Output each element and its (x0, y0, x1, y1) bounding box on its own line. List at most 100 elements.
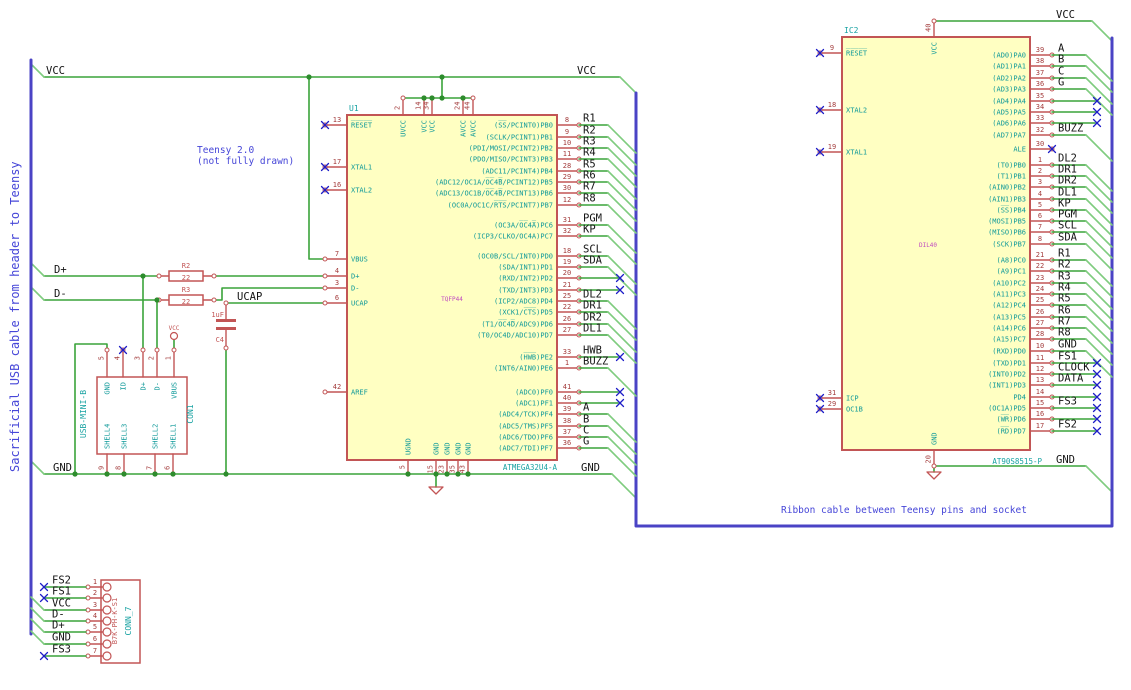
CONN7-ref: CONN_7 (124, 606, 133, 635)
pin-number: 7 (146, 466, 154, 470)
pin-name: (INT0)PD2 (988, 371, 1026, 379)
pin-name: (PDO/MISO/PCINT3)PB3 (469, 156, 553, 164)
net-label: UCAP (237, 291, 262, 303)
pin-name: VCC (429, 120, 437, 133)
pin-number: 44 (464, 102, 472, 110)
bus-entry (1085, 316, 1113, 344)
net-label: R2 (1058, 259, 1071, 271)
ground-symbol (428, 486, 444, 495)
pin-number: 11 (563, 150, 571, 158)
pin-name: (TXD)PD1 (992, 360, 1026, 368)
bus-entry (607, 300, 637, 330)
junction-dot (444, 471, 450, 477)
pin-name: (MOSI)PB5 (988, 218, 1026, 226)
pin-end (104, 347, 110, 353)
net-label: GND (581, 462, 600, 474)
pin-number: 4 (114, 356, 122, 360)
pin-number: 8 (565, 116, 569, 124)
pin-number: 17 (1036, 422, 1044, 430)
pin-end (470, 95, 476, 101)
pin-number: 1 (93, 578, 97, 586)
net-label: R1 (583, 113, 596, 125)
bus-entry (607, 425, 637, 455)
net-label: R8 (583, 193, 596, 205)
C4-plate (216, 327, 236, 330)
pin-number: 1 (565, 359, 569, 367)
pin-name: (S̅S̅/PCINT0)PB0 (494, 120, 553, 129)
pin-name: (ADC0)PF0 (515, 389, 553, 397)
pin-name: (SCK)PB7 (992, 241, 1026, 249)
net-label: R4 (583, 147, 596, 159)
pin-number: 22 (1036, 262, 1044, 270)
bus-entry (1085, 282, 1113, 310)
pin-name: UCAP (351, 300, 368, 308)
pin-number: 26 (563, 315, 571, 323)
pin-name: XTAL1 (351, 164, 372, 172)
pin-number: 23 (438, 465, 446, 473)
pin-end (211, 297, 217, 303)
pin-number: 6 (1038, 212, 1042, 220)
net-label: DL1 (583, 323, 602, 335)
net-label: FS3 (52, 644, 71, 656)
pin-number: 2 (394, 106, 402, 110)
pin-end (931, 18, 937, 24)
bus-entry (611, 473, 637, 499)
pin-name: (T0/OC4D/ADC10)PD7 (477, 332, 553, 340)
bus-entry (1085, 77, 1113, 105)
pin-name: (ADC1)PF1 (515, 400, 553, 408)
junction-dot (405, 471, 411, 477)
pin-number: 3 (134, 356, 142, 360)
pin-name: AVCC (470, 120, 478, 137)
pin-name: (AIN0)PB2 (988, 184, 1026, 192)
pin-end (322, 300, 328, 306)
pin-end (223, 300, 229, 306)
connector-contact (102, 605, 112, 615)
bus-entry (607, 192, 637, 222)
pin-number: 31 (563, 216, 571, 224)
pin-name: (S̅S̅)PB4 (996, 205, 1026, 214)
bus-entry (607, 158, 637, 188)
connector-contact (102, 582, 112, 592)
pin-name: (A11)PC3 (992, 291, 1026, 299)
net-label: DATA (1058, 373, 1084, 385)
bus-entry (1085, 65, 1113, 93)
net-label: D- (54, 288, 67, 300)
C4-value: 1uF (211, 311, 224, 319)
bus-entry (1085, 209, 1113, 237)
pin-number: 6 (93, 635, 97, 643)
pin-end (171, 347, 177, 353)
junction-dot (465, 471, 471, 477)
pin-name: GND (465, 442, 473, 455)
note-teensy-line2: (not fully drawn) (197, 156, 295, 167)
pin-number: 12 (1036, 365, 1044, 373)
net-label: D+ (52, 620, 65, 632)
pin-number: 5 (399, 465, 407, 469)
junction-dot (121, 471, 127, 477)
pin-number: 2 (1038, 167, 1042, 175)
net-label: DR2 (1058, 175, 1077, 187)
ground-symbol (926, 471, 942, 480)
note-ribbon-cable: Ribbon cable between Teensy pins and soc… (781, 505, 1027, 516)
pin-name: (INT6/AIN0)PE6 (494, 365, 553, 373)
R2-value: 22 (182, 274, 190, 282)
bus-entry (1085, 465, 1113, 493)
pin-end (156, 273, 162, 279)
pin-name: AVCC (460, 120, 468, 137)
net-label: G (1058, 77, 1064, 89)
pin-name: (XCK1/C̅T̅S̅)PD5 (498, 307, 553, 316)
net-label: B (1058, 54, 1064, 66)
junction-dot (460, 95, 466, 101)
pin-name: GND (931, 432, 939, 445)
net-label: A (583, 402, 590, 414)
pin-number: 11 (1036, 354, 1044, 362)
junction-dot (421, 95, 427, 101)
pin-number: 28 (1036, 330, 1044, 338)
junction-dot (306, 74, 312, 80)
bus-entry (1085, 259, 1113, 287)
pin-number: 4 (93, 612, 97, 620)
pin-number: 1 (1038, 156, 1042, 164)
junction-dot (170, 471, 176, 477)
net-label: D+ (54, 264, 67, 276)
connector-contact (102, 639, 112, 649)
pin-number: 40 (563, 394, 571, 402)
